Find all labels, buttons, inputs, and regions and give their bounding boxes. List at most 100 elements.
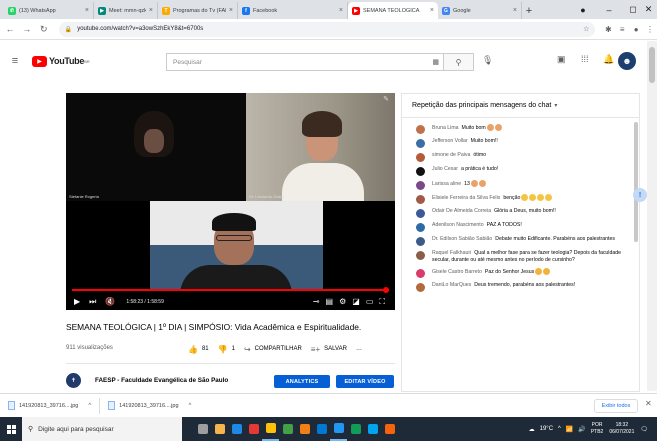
chat-author-avatar[interactable]	[416, 209, 425, 218]
chat-author-name[interactable]: simone de Paiva	[432, 152, 470, 158]
taskbar-app-icon[interactable]	[279, 417, 296, 441]
chat-author-avatar[interactable]	[416, 195, 425, 204]
account-avatar[interactable]: ☻	[618, 52, 636, 70]
chat-author-name[interactable]: Odair De Almeida Correia	[432, 208, 491, 214]
taskbar-app-icon[interactable]	[211, 417, 228, 441]
notifications-bell-icon[interactable]: 🔔	[603, 54, 614, 65]
close-shelf-icon[interactable]: ✕	[645, 399, 652, 408]
browser-tab[interactable]: ▶ SEMANA TEOLÓGICA ×	[348, 2, 438, 19]
close-tab-icon[interactable]: ×	[339, 7, 343, 14]
chat-author-name[interactable]: Dr. Edilson Sabião Sabião	[432, 236, 492, 242]
chat-author-name[interactable]: Julio Cesar	[432, 166, 458, 172]
chat-author-avatar[interactable]	[416, 139, 425, 148]
chat-scrollbar[interactable]	[634, 122, 638, 242]
taskbar-app-icon[interactable]	[296, 417, 313, 441]
taskbar-app-icon[interactable]	[194, 417, 211, 441]
chat-message[interactable]: Odair De Almeida Correia Glória a Deus, m…	[402, 206, 639, 220]
reload-icon[interactable]: ↻	[37, 24, 51, 35]
chat-author-avatar[interactable]	[416, 269, 425, 278]
menu-dots-icon[interactable]: ⋮	[643, 25, 657, 34]
more-actions-button[interactable]: …	[356, 346, 362, 352]
browser-tab[interactable]: G Google ×	[438, 2, 522, 19]
video-player[interactable]: Stefanie Rogeria Dr. Leonardo Gaida ✎ ▶ …	[66, 93, 395, 310]
close-tab-icon[interactable]: ×	[513, 7, 517, 14]
weather-temp[interactable]: 19°C	[540, 426, 553, 432]
close-tab-icon[interactable]: ×	[85, 7, 89, 14]
chat-author-avatar[interactable]	[416, 167, 425, 176]
chat-author-name[interactable]: Jefferson Vollar	[432, 138, 468, 144]
close-window-icon[interactable]: ✕	[640, 0, 657, 19]
taskbar-app-icon[interactable]	[228, 417, 245, 441]
search-button[interactable]: ⚲	[444, 53, 474, 71]
chat-message[interactable]: Gisele Castro Barreto Paz do Senhor Jesus	[402, 266, 639, 280]
progress-bar[interactable]	[72, 287, 389, 293]
start-button[interactable]	[0, 417, 22, 441]
browser-tab[interactable]: f Facebook ×	[238, 2, 348, 19]
settings-gear-icon[interactable]: ⚙	[339, 297, 346, 306]
autoplay-toggle-icon[interactable]: ⊸	[313, 297, 320, 306]
chat-message[interactable]: simone de Paiva ótimo	[402, 150, 639, 164]
chat-message[interactable]: Bruna Lima Muito bom	[402, 122, 639, 136]
edit-video-button[interactable]: EDITAR VÍDEO	[336, 375, 394, 388]
like-icon[interactable]: 👍	[188, 345, 198, 354]
subtitles-icon[interactable]: ▤	[326, 297, 334, 306]
taskbar-app-icon[interactable]	[330, 417, 347, 441]
save-button[interactable]: SALVAR	[324, 346, 347, 352]
chat-author-avatar[interactable]	[416, 153, 425, 162]
next-icon[interactable]: ⏭	[89, 297, 96, 307]
chat-message[interactable]: Adenilson Nascimento PAZ A TODOS!	[402, 220, 639, 234]
chat-author-name[interactable]: DaniLo MarQues	[432, 282, 471, 288]
chat-author-name[interactable]: Elisiele Ferreira da Silva Felix	[432, 195, 500, 201]
chat-author-avatar[interactable]	[416, 251, 425, 260]
save-playlist-icon[interactable]: ≡+	[311, 345, 320, 354]
profile-icon[interactable]: ●	[570, 0, 596, 19]
chevron-down-icon[interactable]: ▾	[554, 102, 557, 109]
chat-message[interactable]: DaniLo MarQues Deus tremendo, parabéns ao…	[402, 280, 639, 294]
channel-name[interactable]: FAESP - Faculdade Evangélica de São Paul…	[95, 377, 228, 384]
close-tab-icon[interactable]: ×	[149, 7, 153, 14]
tray-chevron-icon[interactable]: ^	[558, 426, 561, 432]
address-bar[interactable]: 🔒 youtube.com/watch?v=a3owSzhEkY8&t=6700…	[58, 21, 596, 37]
clock[interactable]: 18:32 06/07/2021	[609, 422, 634, 436]
chat-author-avatar[interactable]	[416, 283, 425, 292]
chat-message[interactable]: Raquel Falkhauri Qual a melhor fase para …	[402, 248, 639, 266]
analytics-button[interactable]: ANALYTICS	[274, 375, 330, 388]
minimize-icon[interactable]: –	[596, 0, 622, 19]
reading-list-icon[interactable]: ≡	[615, 25, 629, 34]
show-all-downloads-button[interactable]: Exibir todos	[594, 399, 638, 413]
new-tab-button[interactable]: +	[522, 2, 536, 19]
channel-avatar[interactable]: ✝	[66, 373, 81, 388]
chat-author-name[interactable]: Larissa aline	[432, 181, 461, 187]
bookmark-star-icon[interactable]: ☆	[583, 25, 589, 33]
profile-avatar-icon[interactable]: ●	[629, 25, 643, 34]
edit-corner-icon[interactable]: ✎	[383, 95, 389, 103]
browser-tab[interactable]: ▶ Meet: mmn-qzkv ×	[94, 2, 158, 19]
chat-message[interactable]: Julio Cesar a prática é tudo!	[402, 164, 639, 178]
chat-author-avatar[interactable]	[416, 181, 425, 190]
chat-author-name[interactable]: Gisele Castro Barreto	[432, 269, 482, 275]
chat-author-name[interactable]: Adenilson Nascimento	[432, 222, 484, 228]
taskbar-app-icon[interactable]	[347, 417, 364, 441]
dislike-icon[interactable]: 👎	[218, 345, 228, 354]
chat-message[interactable]: Dr. Edilson Sabião Sabião Debate muito Ed…	[402, 234, 639, 248]
chat-author-name[interactable]: Bruna Lima	[432, 125, 459, 131]
microphone-icon[interactable]: 🎙	[482, 55, 493, 66]
close-tab-icon[interactable]: ×	[430, 7, 434, 14]
browser-tab[interactable]: T Programas do Tv (FAE ×	[158, 2, 238, 19]
play-icon[interactable]: ▶	[74, 297, 80, 306]
taskbar-app-icon[interactable]	[313, 417, 330, 441]
taskbar-search-input[interactable]: ⚲ Digite aqui para pesquisar	[22, 417, 182, 441]
language-indicator[interactable]: POR PTB2	[591, 422, 604, 436]
taskbar-app-icon[interactable]	[245, 417, 262, 441]
volume-icon[interactable]: 🔊	[578, 426, 585, 433]
network-icon[interactable]: 📶	[566, 426, 573, 433]
browser-tab[interactable]: ✆ (13) WhatsApp ×	[4, 2, 94, 19]
search-input[interactable]: Pesquisar ▦	[166, 53, 444, 71]
floating-info-icon[interactable]: !	[633, 188, 647, 202]
chat-message[interactable]: Jefferson Vollar Muito bom!!	[402, 136, 639, 150]
mute-icon[interactable]: 🔇	[105, 297, 115, 306]
hamburger-menu-icon[interactable]: ≡	[0, 55, 30, 67]
taskbar-app-icon[interactable]	[262, 417, 279, 441]
chat-message[interactable]: Elisiele Ferreira da Silva Felix benção	[402, 192, 639, 206]
apps-grid-icon[interactable]: ⁞⁞⁞	[581, 54, 589, 64]
